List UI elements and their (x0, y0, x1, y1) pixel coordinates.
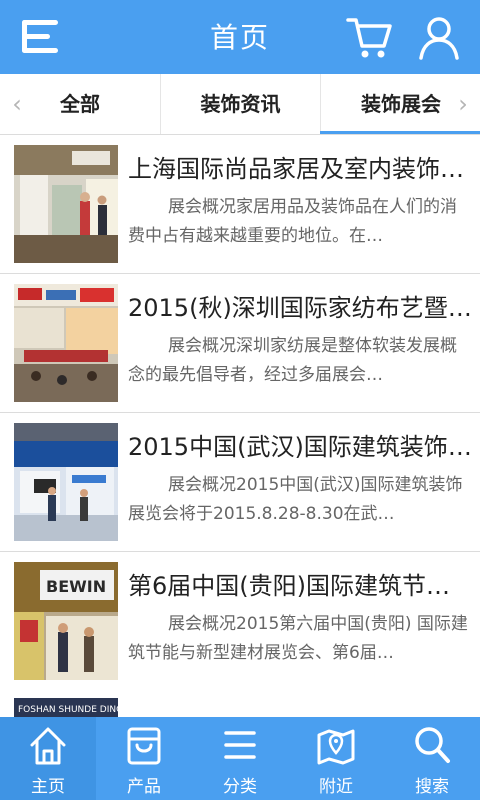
list-item[interactable]: 2015中国(武汉)国际建筑装饰博览会 展会概况2015中国(武汉)国际建筑装饰… (0, 413, 480, 552)
home-icon (30, 727, 66, 765)
top-bar: 首页 (0, 0, 480, 74)
nav-label: 搜索 (415, 777, 449, 797)
article-title: 上海国际尚品家居及室内装饰展览会 (128, 155, 472, 183)
foshan-thumb-text: FOSHAN SHUNDE DINGLI (18, 705, 131, 715)
article-thumbnail (14, 145, 118, 263)
list-item[interactable]: 2015(秋)深圳国际家纺布艺暨家居装饰博览会 展会概况深圳家纺展是整体软装发展… (0, 274, 480, 413)
nav-label: 分类 (223, 777, 257, 797)
list-item-partial: FOSHAN SHUNDE DINGLI (0, 690, 480, 720)
nav-categories[interactable]: 分类 (192, 717, 288, 800)
list-item[interactable]: BEWIN 第6届中国(贵阳)国际建筑节能与新型建材展览会 展会概况2015第六… (0, 552, 480, 691)
tab-all[interactable]: 全部 (0, 74, 160, 134)
search-icon (415, 727, 450, 763)
bewin-logo-text: BEWIN (46, 577, 106, 596)
nav-label: 产品 (127, 777, 161, 797)
nav-products[interactable]: 产品 (96, 717, 192, 800)
scroll-right-icon[interactable]: › (452, 74, 474, 134)
cart-icon[interactable] (344, 12, 394, 62)
tab-decoration-news[interactable]: 装饰资讯 (160, 74, 320, 134)
nav-label: 附近 (319, 777, 353, 797)
nav-search[interactable]: 搜索 (384, 717, 480, 800)
bottom-nav: 主页 产品 分类 附近 搜索 (0, 717, 480, 800)
nav-label: 主页 (31, 777, 65, 797)
article-summary: 展会概况2015中国(武汉)国际建筑装饰展览会将于2015.8.28-8.30在… (128, 475, 463, 524)
nav-nearby[interactable]: 附近 (288, 717, 384, 800)
article-thumbnail: BEWIN (14, 562, 118, 680)
list-item[interactable]: 上海国际尚品家居及室内装饰展览会 展会概况家居用品及装饰品在人们的消费中占有越来… (0, 135, 480, 274)
page-title: 首页 (209, 21, 270, 54)
article-thumbnail (14, 423, 118, 541)
article-title: 第6届中国(贵阳)国际建筑节能与新型建材展览会 (128, 572, 472, 600)
article-summary: 展会概况家居用品及装饰品在人们的消费中占有越来越重要的地位。在… (128, 197, 457, 246)
article-summary: 展会概况2015第六届中国(贵阳) 国际建筑节能与新型建材展览会、第6届… (128, 614, 468, 663)
article-title: 2015中国(武汉)国际建筑装饰博览会 (128, 433, 472, 461)
map-icon (317, 729, 355, 765)
article-summary: 展会概况深圳家纺展是整体软装发展概念的最先倡导者，经过多届展会… (128, 336, 457, 385)
article-thumbnail (14, 284, 118, 402)
shopping-bag-icon (127, 727, 161, 765)
article-title: 2015(秋)深圳国际家纺布艺暨家居装饰博览会 (128, 294, 472, 322)
user-icon[interactable] (414, 12, 464, 62)
article-list: 上海国际尚品家居及室内装饰展览会 展会概况家居用品及装饰品在人们的消费中占有越来… (0, 135, 480, 691)
nav-home[interactable]: 主页 (0, 717, 96, 800)
category-tabs: ‹ 全部 装饰资讯 装饰展会 › (0, 74, 480, 135)
list-icon (224, 731, 256, 759)
